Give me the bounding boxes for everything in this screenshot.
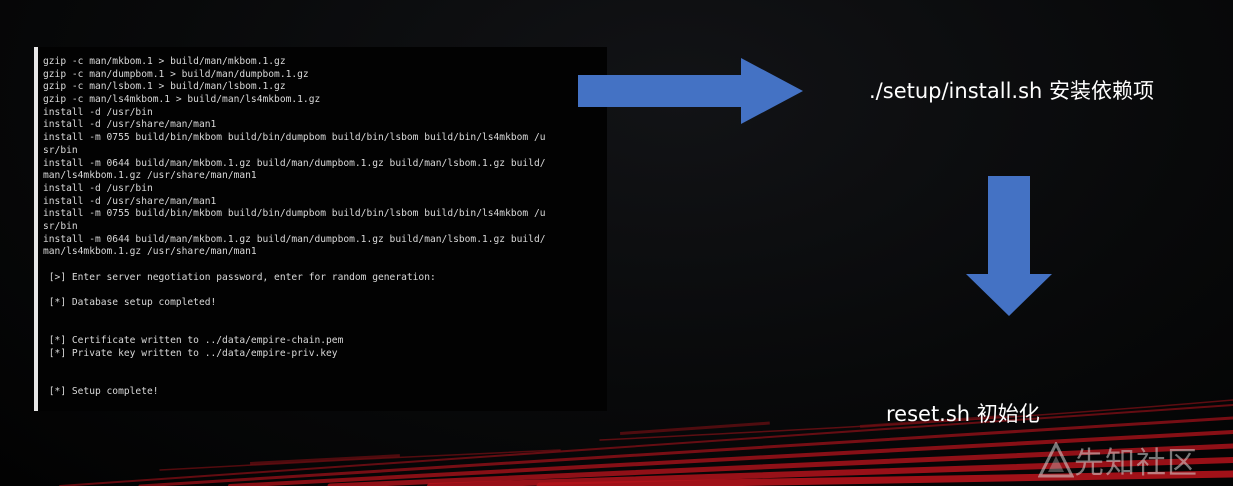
terminal-line: [*] Private key written to ../data/empir… [43, 347, 338, 359]
terminal-line: sr/bin [43, 144, 78, 156]
terminal-line: gzip -c man/mkbom.1 > build/man/mkbom.1.… [43, 56, 286, 67]
terminal-line: install -d /usr/bin [43, 182, 153, 194]
down-arrow-icon [966, 176, 1052, 316]
terminal-line: [*] Setup complete! [43, 385, 159, 397]
terminal-line: install -d /usr/share/man/man1 [43, 119, 217, 131]
xianzhi-logo-icon [1038, 442, 1074, 478]
terminal-line: [*] Database setup completed! [43, 297, 217, 309]
terminal-window: gzip -c man/mkbom.1 > build/man/mkbom.1.… [34, 47, 607, 411]
terminal-line: sr/bin [43, 220, 78, 232]
terminal-line: gzip -c man/dumpbom.1 > build/man/dumpbo… [43, 68, 309, 80]
terminal-line: [*] Certificate written to ../data/empir… [43, 335, 344, 347]
terminal-line: [>] Enter server negotiation password, e… [43, 271, 436, 283]
terminal-line: install -m 0644 build/man/mkbom.1.gz bui… [43, 233, 546, 245]
terminal-line: install -d /usr/share/man/man1 [43, 195, 217, 207]
slide-canvas: gzip -c man/mkbom.1 > build/man/mkbom.1.… [0, 0, 1233, 486]
watermark: 先知社区 [1038, 440, 1198, 481]
terminal-line: man/ls4mkbom.1.gz /usr/share/man/man1 [43, 246, 257, 258]
reset-script-caption: reset.sh 初始化 [886, 402, 1040, 426]
watermark-text: 先知社区 [1074, 446, 1198, 481]
terminal-line: gzip -c man/lsbom.1 > build/man/lsbom.1.… [43, 81, 286, 93]
terminal-line: install -m 0755 build/bin/mkbom build/bi… [43, 208, 546, 220]
terminal-line: install -m 0755 build/bin/mkbom build/bi… [43, 132, 546, 144]
terminal-line: install -m 0644 build/man/mkbom.1.gz bui… [43, 157, 546, 169]
right-arrow-icon [578, 58, 803, 124]
terminal-line: gzip -c man/ls4mkbom.1 > build/man/ls4mk… [43, 94, 321, 106]
install-script-caption: ./setup/install.sh 安装依赖项 [869, 79, 1155, 103]
terminal-line: man/ls4mkbom.1.gz /usr/share/man/man1 [43, 170, 257, 182]
terminal-line: install -d /usr/bin [43, 106, 153, 118]
